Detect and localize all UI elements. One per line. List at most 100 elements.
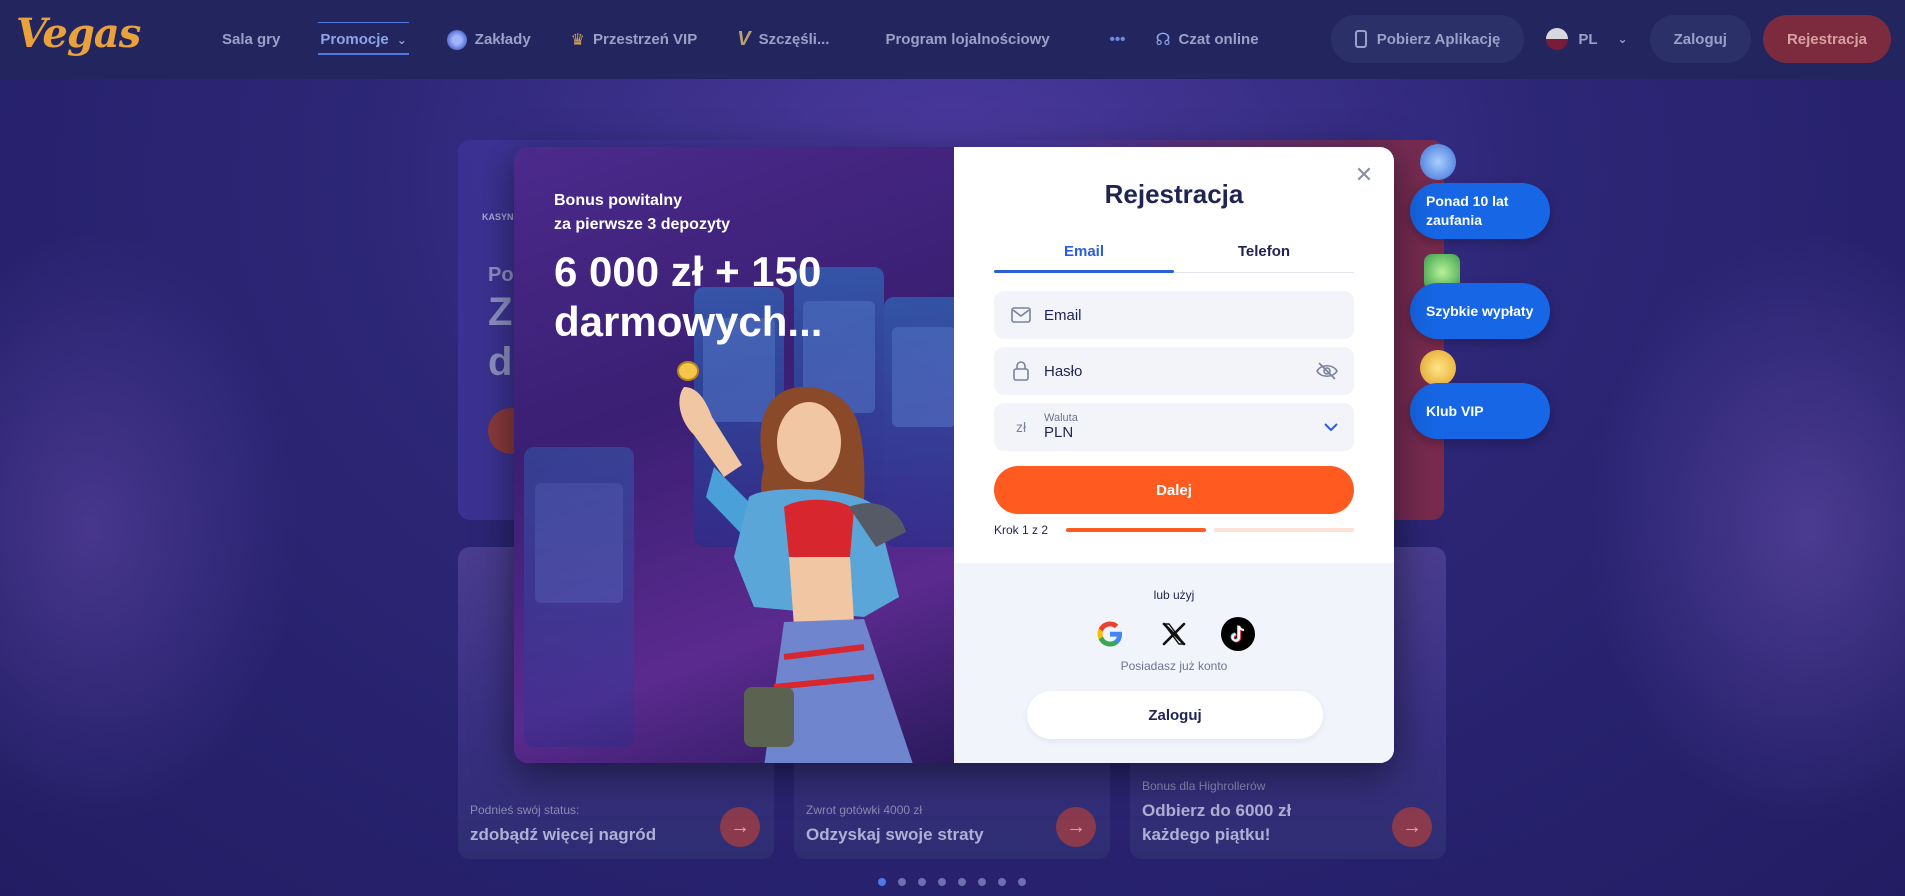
fast-payout-badge[interactable]: Szybkie wypłaty — [1410, 283, 1550, 339]
v-logo-icon: V — [737, 28, 751, 50]
character-illustration — [677, 361, 913, 763]
promo-card-caption: Bonus dla Highrollerów — [1142, 779, 1266, 793]
header-register-button[interactable]: Rejestracja — [1762, 15, 1891, 63]
carousel-dot[interactable] — [998, 878, 1006, 886]
carousel-dot[interactable] — [918, 878, 926, 886]
button-label: Rejestracja — [1786, 30, 1867, 48]
promo-card-caption: Zwrot gotówki 4000 zł — [806, 803, 923, 817]
bonus-subtitle-line: Bonus powitalny — [554, 192, 682, 209]
hero-heading-fragment: Z — [488, 290, 513, 334]
site-logo[interactable]: Vegas — [16, 10, 141, 57]
registration-modal: Bonus powitalny za pierwsze 3 depozyty 6… — [514, 147, 1394, 763]
zloty-icon: zł — [1015, 419, 1027, 435]
poland-flag-icon — [1546, 28, 1569, 50]
currency-select[interactable]: zł Waluta PLN — [994, 403, 1354, 451]
nav-item-promocje[interactable]: Promocje ⌄ — [318, 0, 409, 79]
vip-club-badge[interactable]: Klub VIP — [1410, 383, 1550, 439]
badge-label: Szybkie wypłaty — [1426, 302, 1534, 319]
nav-item-zaklady[interactable]: Zakłady — [446, 0, 531, 79]
next-button[interactable]: Dalej — [994, 466, 1354, 514]
tab-label: Email — [1063, 243, 1105, 260]
badge-label: Klub VIP — [1426, 402, 1484, 419]
headset-icon: ☊ — [1155, 29, 1171, 49]
main-nav: Sala gry Promocje ⌄ Zakłady ♛ Przestrzeń… — [222, 0, 1299, 79]
tab-label: Telefon — [1237, 243, 1291, 260]
social-login-buttons — [954, 617, 1394, 651]
promo-card-title: Odbierz do 6000 zł każdego piątku! — [1142, 801, 1292, 844]
nav-item-sala-gry[interactable]: Sala gry — [222, 0, 280, 79]
carousel-dots — [878, 878, 1026, 886]
carousel-dot[interactable] — [1018, 878, 1026, 886]
button-label: Zaloguj — [1673, 30, 1727, 48]
badge-label: Ponad 10 lat zaufania — [1426, 193, 1509, 228]
header-actions: Pobierz Aplikację PL ⌄ Zaloguj Rejestrac… — [1330, 15, 1891, 63]
nav-label: Program lojalnościowy — [885, 31, 1050, 48]
or-use-label: lub użyj — [1153, 588, 1195, 602]
promo-card-caption: Podnieś swój status: — [470, 803, 580, 817]
nav-label: Szczęśli... — [758, 31, 830, 48]
login-button[interactable]: Zaloguj — [1027, 691, 1323, 739]
promo-card-title: Odzyskaj swoje straty — [806, 825, 984, 844]
arrow-right-icon[interactable]: → — [1392, 807, 1432, 847]
step-progress-filled — [1066, 528, 1206, 532]
carousel-dot[interactable] — [898, 878, 906, 886]
more-dots-icon: ••• — [1109, 31, 1126, 48]
registration-form-panel: ✕ Rejestracja Email Telefon zł Waluta — [954, 147, 1394, 763]
carousel-dot[interactable] — [878, 878, 886, 886]
tab-email[interactable]: Email — [994, 235, 1174, 273]
step-progress-remaining — [1214, 528, 1354, 532]
hero-heading-fragment: d — [488, 340, 513, 384]
arrow-right-icon[interactable]: → — [1056, 807, 1096, 847]
bonus-amount-line: darmowych... — [554, 298, 823, 346]
nav-label: Promocje — [320, 31, 389, 48]
chevron-down-icon — [1324, 418, 1338, 436]
chevron-down-icon: ⌄ — [396, 32, 407, 47]
background-decoration-right — [1585, 230, 1905, 830]
currency-label: Waluta — [1044, 411, 1078, 424]
trust-badge[interactable]: Ponad 10 lat zaufania — [1410, 183, 1550, 239]
tab-telefon[interactable]: Telefon — [1174, 235, 1354, 272]
email-input[interactable] — [1044, 306, 1338, 324]
globe-icon — [1420, 144, 1456, 180]
nav-active-indicator — [318, 53, 409, 55]
google-icon[interactable] — [1093, 617, 1127, 651]
eye-off-icon[interactable] — [1316, 360, 1338, 382]
currency-value: PLN — [1044, 423, 1074, 441]
download-app-button[interactable]: Pobierz Aplikację — [1330, 15, 1525, 63]
tiktok-icon[interactable] — [1221, 617, 1255, 651]
carousel-dot[interactable] — [938, 878, 946, 886]
nav-active-indicator — [318, 22, 409, 23]
carousel-dot[interactable] — [978, 878, 986, 886]
password-input[interactable] — [1044, 362, 1304, 380]
language-label: PL — [1578, 30, 1598, 48]
arrow-right-icon[interactable]: → — [720, 807, 760, 847]
nav-label: Sala gry — [222, 31, 281, 48]
phone-icon — [1354, 30, 1367, 48]
bonus-subtitle: Bonus powitalny za pierwsze 3 depozyty — [554, 189, 730, 237]
email-field — [994, 291, 1354, 339]
header-login-button[interactable]: Zaloguj — [1649, 15, 1751, 63]
currency-text: Waluta PLN — [1044, 411, 1078, 442]
nav-item-vip[interactable]: ♛ Przestrzeń VIP — [571, 0, 698, 79]
language-selector[interactable]: PL ⌄ — [1536, 15, 1637, 63]
more-menu-button[interactable]: ••• — [1110, 0, 1126, 79]
x-icon[interactable] — [1157, 617, 1191, 651]
carousel-dot[interactable] — [958, 878, 966, 886]
button-label: Pobierz Aplikację — [1376, 30, 1501, 48]
crown-icon — [1420, 350, 1456, 386]
password-field — [994, 347, 1354, 395]
nav-item-loyalty[interactable]: Program lojalnościowy — [885, 0, 1049, 79]
nav-label: Czat online — [1178, 31, 1259, 48]
bonus-subtitle-line: za pierwsze 3 depozyty — [554, 216, 731, 233]
bonus-amount-line: 6 000 zł + 150 — [554, 248, 822, 295]
nav-item-lucky[interactable]: V Szczęśli... — [737, 0, 829, 79]
bonus-amount: 6 000 zł + 150 darmowych... — [554, 247, 822, 348]
hero-heading-fragment: Po — [488, 264, 514, 286]
bonus-promo-panel: Bonus powitalny za pierwsze 3 depozyty 6… — [514, 147, 954, 763]
envelope-icon — [1010, 304, 1032, 326]
nav-label: Przestrzeń VIP — [593, 31, 698, 48]
live-chat-link[interactable]: ☊ Czat online — [1155, 0, 1258, 79]
lock-icon — [1010, 360, 1032, 382]
modal-title: Rejestracja — [1104, 179, 1244, 209]
nav-label: Zakłady — [474, 31, 531, 48]
